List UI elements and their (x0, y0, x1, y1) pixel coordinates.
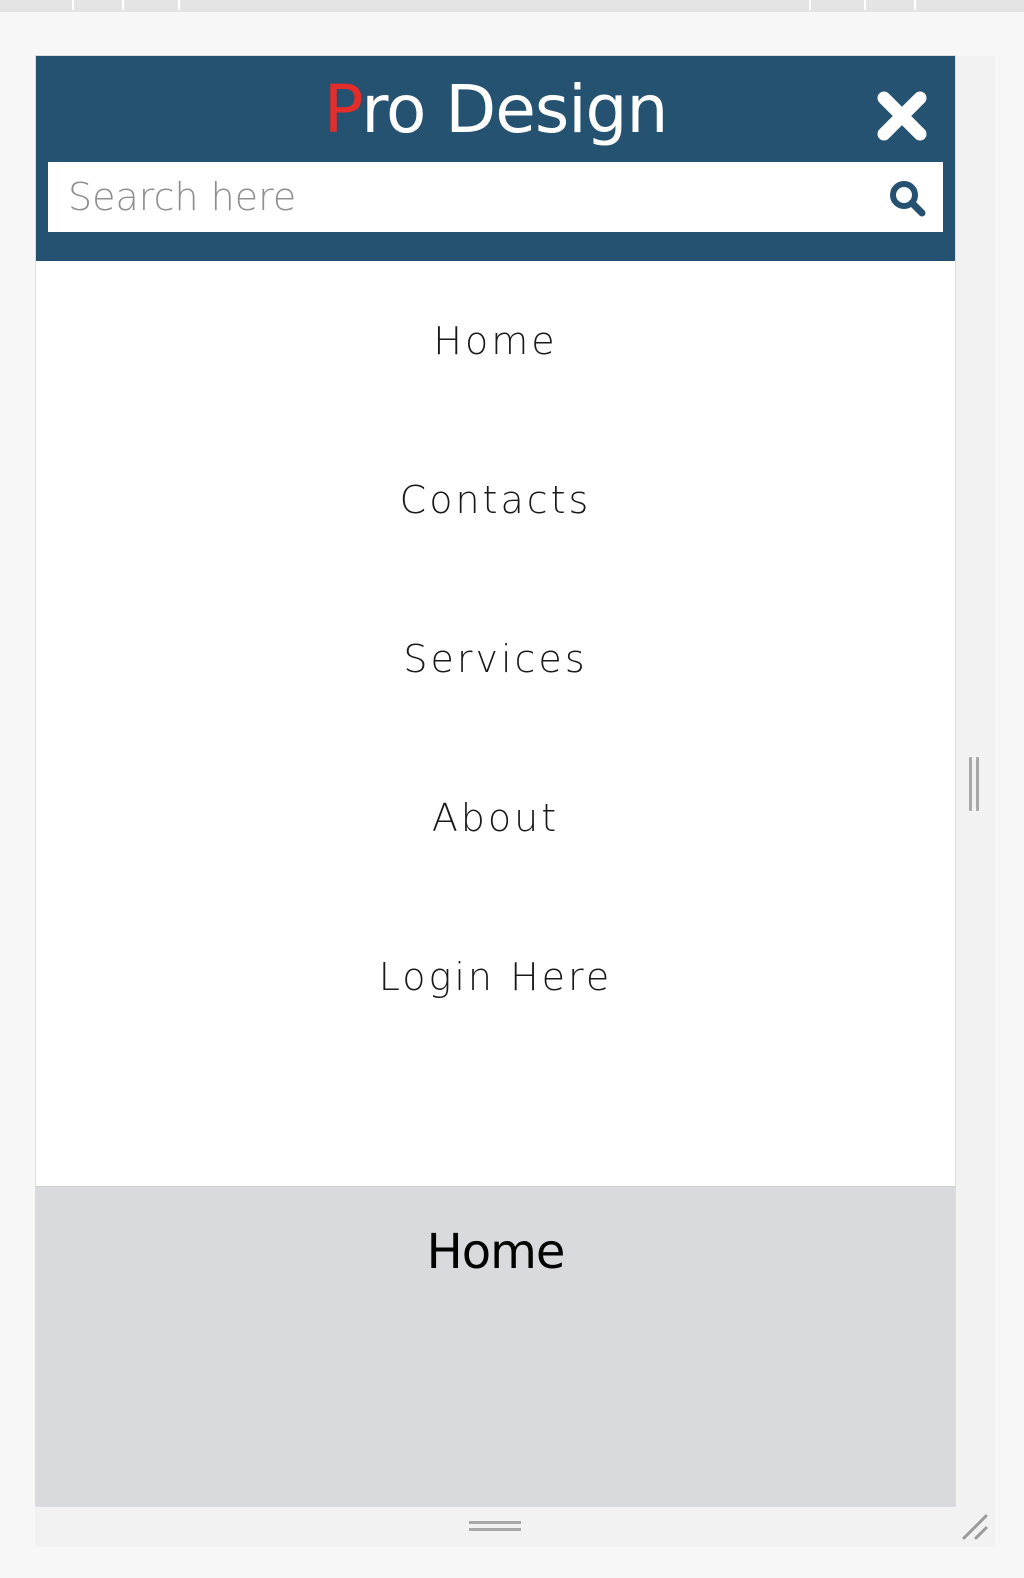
page-title: Home (426, 1224, 566, 1280)
nav-item-contacts[interactable]: Contacts (36, 465, 955, 535)
nav-item-services[interactable]: Services (36, 624, 955, 694)
nav-item-about[interactable]: About (36, 783, 955, 853)
brand-name: ro Design (361, 71, 668, 148)
toolbar-divider (122, 0, 124, 10)
resize-grip-icon[interactable] (960, 1512, 990, 1542)
search-button[interactable] (888, 179, 928, 219)
horizontal-resize-handle[interactable] (469, 1519, 521, 1535)
vertical-resize-handle[interactable] (968, 757, 982, 811)
search-icon (890, 181, 926, 217)
toolbar-divider (72, 0, 74, 10)
toolbar-divider (809, 0, 811, 10)
toolbar-divider (178, 0, 180, 10)
brand-accent-letter: P (323, 71, 363, 148)
nav-item-home[interactable]: Home (36, 306, 955, 376)
search-bar (48, 162, 943, 232)
toolbar-strip (0, 0, 1024, 12)
toolbar-divider (864, 0, 866, 10)
brand-logo[interactable]: Pro Design (36, 70, 955, 150)
close-icon (877, 91, 927, 141)
toolbar-divider (914, 0, 916, 10)
page-content: Home (36, 1186, 955, 1506)
nav-item-login[interactable]: Login Here (36, 942, 955, 1012)
close-menu-button[interactable] (872, 86, 932, 146)
mobile-viewport: Pro Design Home Contacts Services About … (35, 55, 956, 1507)
search-input[interactable] (68, 162, 868, 232)
main-navigation: Home Contacts Services About Login Here (36, 261, 955, 1186)
site-header: Pro Design (36, 56, 955, 261)
